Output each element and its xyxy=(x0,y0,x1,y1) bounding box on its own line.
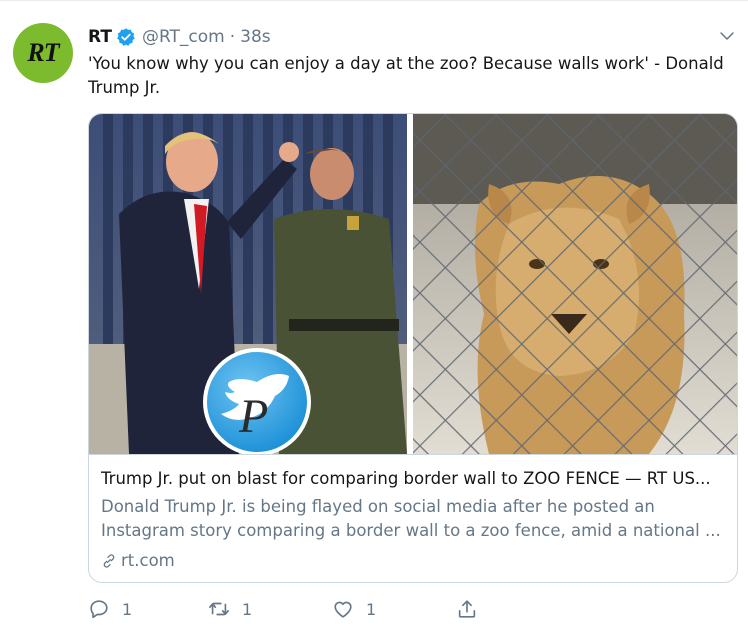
card-image[interactable]: P xyxy=(89,114,737,454)
link-icon xyxy=(103,554,115,568)
tweet[interactable]: RT RT @RT_com · 38s 'You know why you ca… xyxy=(0,0,748,627)
tweet-text: 'You know why you can enjoy a day at the… xyxy=(88,54,724,97)
card-image-graphic: P xyxy=(89,114,737,454)
watermark-logo-icon: P xyxy=(203,348,311,454)
like-count: 1 xyxy=(366,599,377,619)
reply-icon xyxy=(90,600,108,619)
share-button[interactable] xyxy=(456,596,490,622)
author-handle[interactable]: @RT_com xyxy=(142,27,225,47)
separator-dot: · xyxy=(229,27,236,47)
card-body[interactable]: Trump Jr. put on blast for comparing bor… xyxy=(89,454,737,582)
chevron-down-icon[interactable] xyxy=(718,27,736,45)
tweet-actions: 1 1 1 xyxy=(88,596,488,622)
like-icon xyxy=(334,601,352,618)
card-domain: rt.com xyxy=(101,549,727,573)
avatar[interactable]: RT xyxy=(13,23,73,83)
svg-text:P: P xyxy=(238,390,268,443)
retweet-count: 1 xyxy=(242,599,253,619)
retweet-button[interactable]: 1 xyxy=(208,596,252,622)
avatar-logo: RT xyxy=(27,38,59,67)
tweet-timestamp[interactable]: 38s xyxy=(240,27,271,47)
retweet-icon xyxy=(209,602,229,616)
card-description: Donald Trump Jr. is being flayed on soci… xyxy=(101,497,721,540)
card-title: Trump Jr. put on blast for comparing bor… xyxy=(101,469,711,488)
reply-count: 1 xyxy=(122,599,133,619)
share-icon xyxy=(458,600,476,618)
reply-button[interactable]: 1 xyxy=(88,596,132,622)
author-name[interactable]: RT xyxy=(88,27,112,47)
like-button[interactable]: 1 xyxy=(332,596,376,622)
link-card[interactable]: P Trump Jr. put on blast for comparing b… xyxy=(88,113,738,583)
verified-badge-icon xyxy=(117,28,135,46)
tweet-header: RT @RT_com · 38s xyxy=(88,25,271,49)
card-domain-text[interactable]: rt.com xyxy=(121,549,175,573)
